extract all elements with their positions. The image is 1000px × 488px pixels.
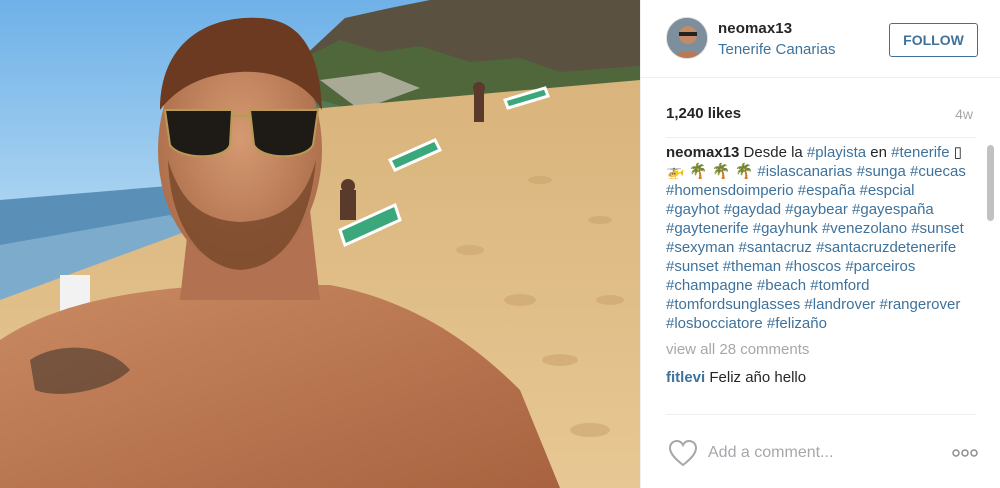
- follow-button[interactable]: FOLLOW: [889, 23, 978, 57]
- comment-text: Feliz año hello: [709, 369, 807, 382]
- hashtag-link[interactable]: #sunset: [666, 258, 719, 275]
- hashtag-link[interactable]: #gaybear: [785, 201, 848, 218]
- post-photo[interactable]: [0, 0, 640, 488]
- avatar[interactable]: [666, 17, 708, 59]
- add-comment-input[interactable]: Add a comment...: [708, 444, 833, 462]
- caption-username[interactable]: neomax13: [666, 144, 739, 161]
- location-link[interactable]: Tenerife Canarias: [718, 41, 836, 58]
- hashtag-link[interactable]: #tenerife: [891, 144, 949, 161]
- caption-text: Desde la #playista en #tenerife ▯🚁 🌴 🌴 🌴…: [666, 144, 966, 332]
- comment-item: fitlevi Feliz año hello: [666, 368, 966, 382]
- hashtag-link[interactable]: #parceiros: [845, 258, 915, 275]
- hashtag-link[interactable]: #venezolano: [822, 220, 907, 237]
- caption-fragment: en: [866, 144, 892, 161]
- likes-count[interactable]: 1,240 likes: [666, 105, 741, 122]
- hashtag-link[interactable]: #champagne: [666, 277, 753, 294]
- comment-bar: Add a comment...: [666, 414, 978, 488]
- hashtag-link[interactable]: #gaytenerife: [666, 220, 749, 237]
- hashtag-link[interactable]: #landrover: [804, 296, 875, 313]
- heart-icon[interactable]: [668, 439, 698, 467]
- hashtag-link[interactable]: #tomfordsunglasses: [666, 296, 800, 313]
- comment-username[interactable]: fitlevi: [666, 369, 705, 382]
- hashtag-link[interactable]: #sunset: [911, 220, 964, 237]
- scrollbar-thumb[interactable]: [987, 145, 994, 221]
- hashtag-link[interactable]: #santacruzdetenerife: [816, 239, 956, 256]
- caption: neomax13 Desde la #playista en #tenerife…: [666, 143, 966, 333]
- hashtag-link[interactable]: #rangerover: [879, 296, 960, 313]
- post-meta: 1,240 likes 4w: [641, 78, 1000, 138]
- hashtag-link[interactable]: #felizaño: [767, 315, 827, 332]
- post-age: 4w: [955, 106, 973, 122]
- more-options-icon[interactable]: [952, 449, 978, 457]
- post-header: neomax13 Tenerife Canarias FOLLOW: [641, 0, 1000, 78]
- username-link[interactable]: neomax13: [718, 20, 792, 37]
- hashtag-link[interactable]: #tomford: [810, 277, 869, 294]
- comments-list: neomax13 Desde la #playista en #tenerife…: [666, 143, 966, 413]
- hashtag-link[interactable]: #gayespaña: [852, 201, 934, 218]
- hashtag-link[interactable]: #espcial: [859, 182, 914, 199]
- hashtag-link[interactable]: #cuecas: [910, 163, 966, 180]
- hashtag-link[interactable]: #sunga: [857, 163, 906, 180]
- post-details-panel: neomax13 Tenerife Canarias FOLLOW 1,240 …: [640, 0, 1000, 488]
- hashtag-link[interactable]: #sexyman: [666, 239, 734, 256]
- avatar-image: [667, 18, 707, 58]
- hashtag-link[interactable]: #santacruz: [739, 239, 812, 256]
- hashtag-link[interactable]: #hoscos: [785, 258, 841, 275]
- caption-fragment: Desde la: [743, 144, 807, 161]
- hashtag-link[interactable]: #gayhot: [666, 201, 719, 218]
- comments-scrollbar[interactable]: [986, 143, 995, 413]
- hashtag-link[interactable]: #islascanarias: [757, 163, 852, 180]
- hashtag-link[interactable]: #homensdoimperio: [666, 182, 794, 199]
- hashtag-link[interactable]: #beach: [757, 277, 806, 294]
- view-all-comments-link[interactable]: view all 28 comments: [666, 340, 966, 359]
- hashtag-link[interactable]: #losbocciatore: [666, 315, 763, 332]
- divider: [666, 137, 976, 138]
- beach-selfie-image: [0, 0, 640, 488]
- hashtag-link[interactable]: #gayhunk: [753, 220, 818, 237]
- hashtag-link[interactable]: #gaydad: [724, 201, 782, 218]
- hashtag-link[interactable]: #españa: [798, 182, 856, 199]
- hashtag-link[interactable]: #theman: [723, 258, 781, 275]
- hashtag-link[interactable]: #playista: [807, 144, 866, 161]
